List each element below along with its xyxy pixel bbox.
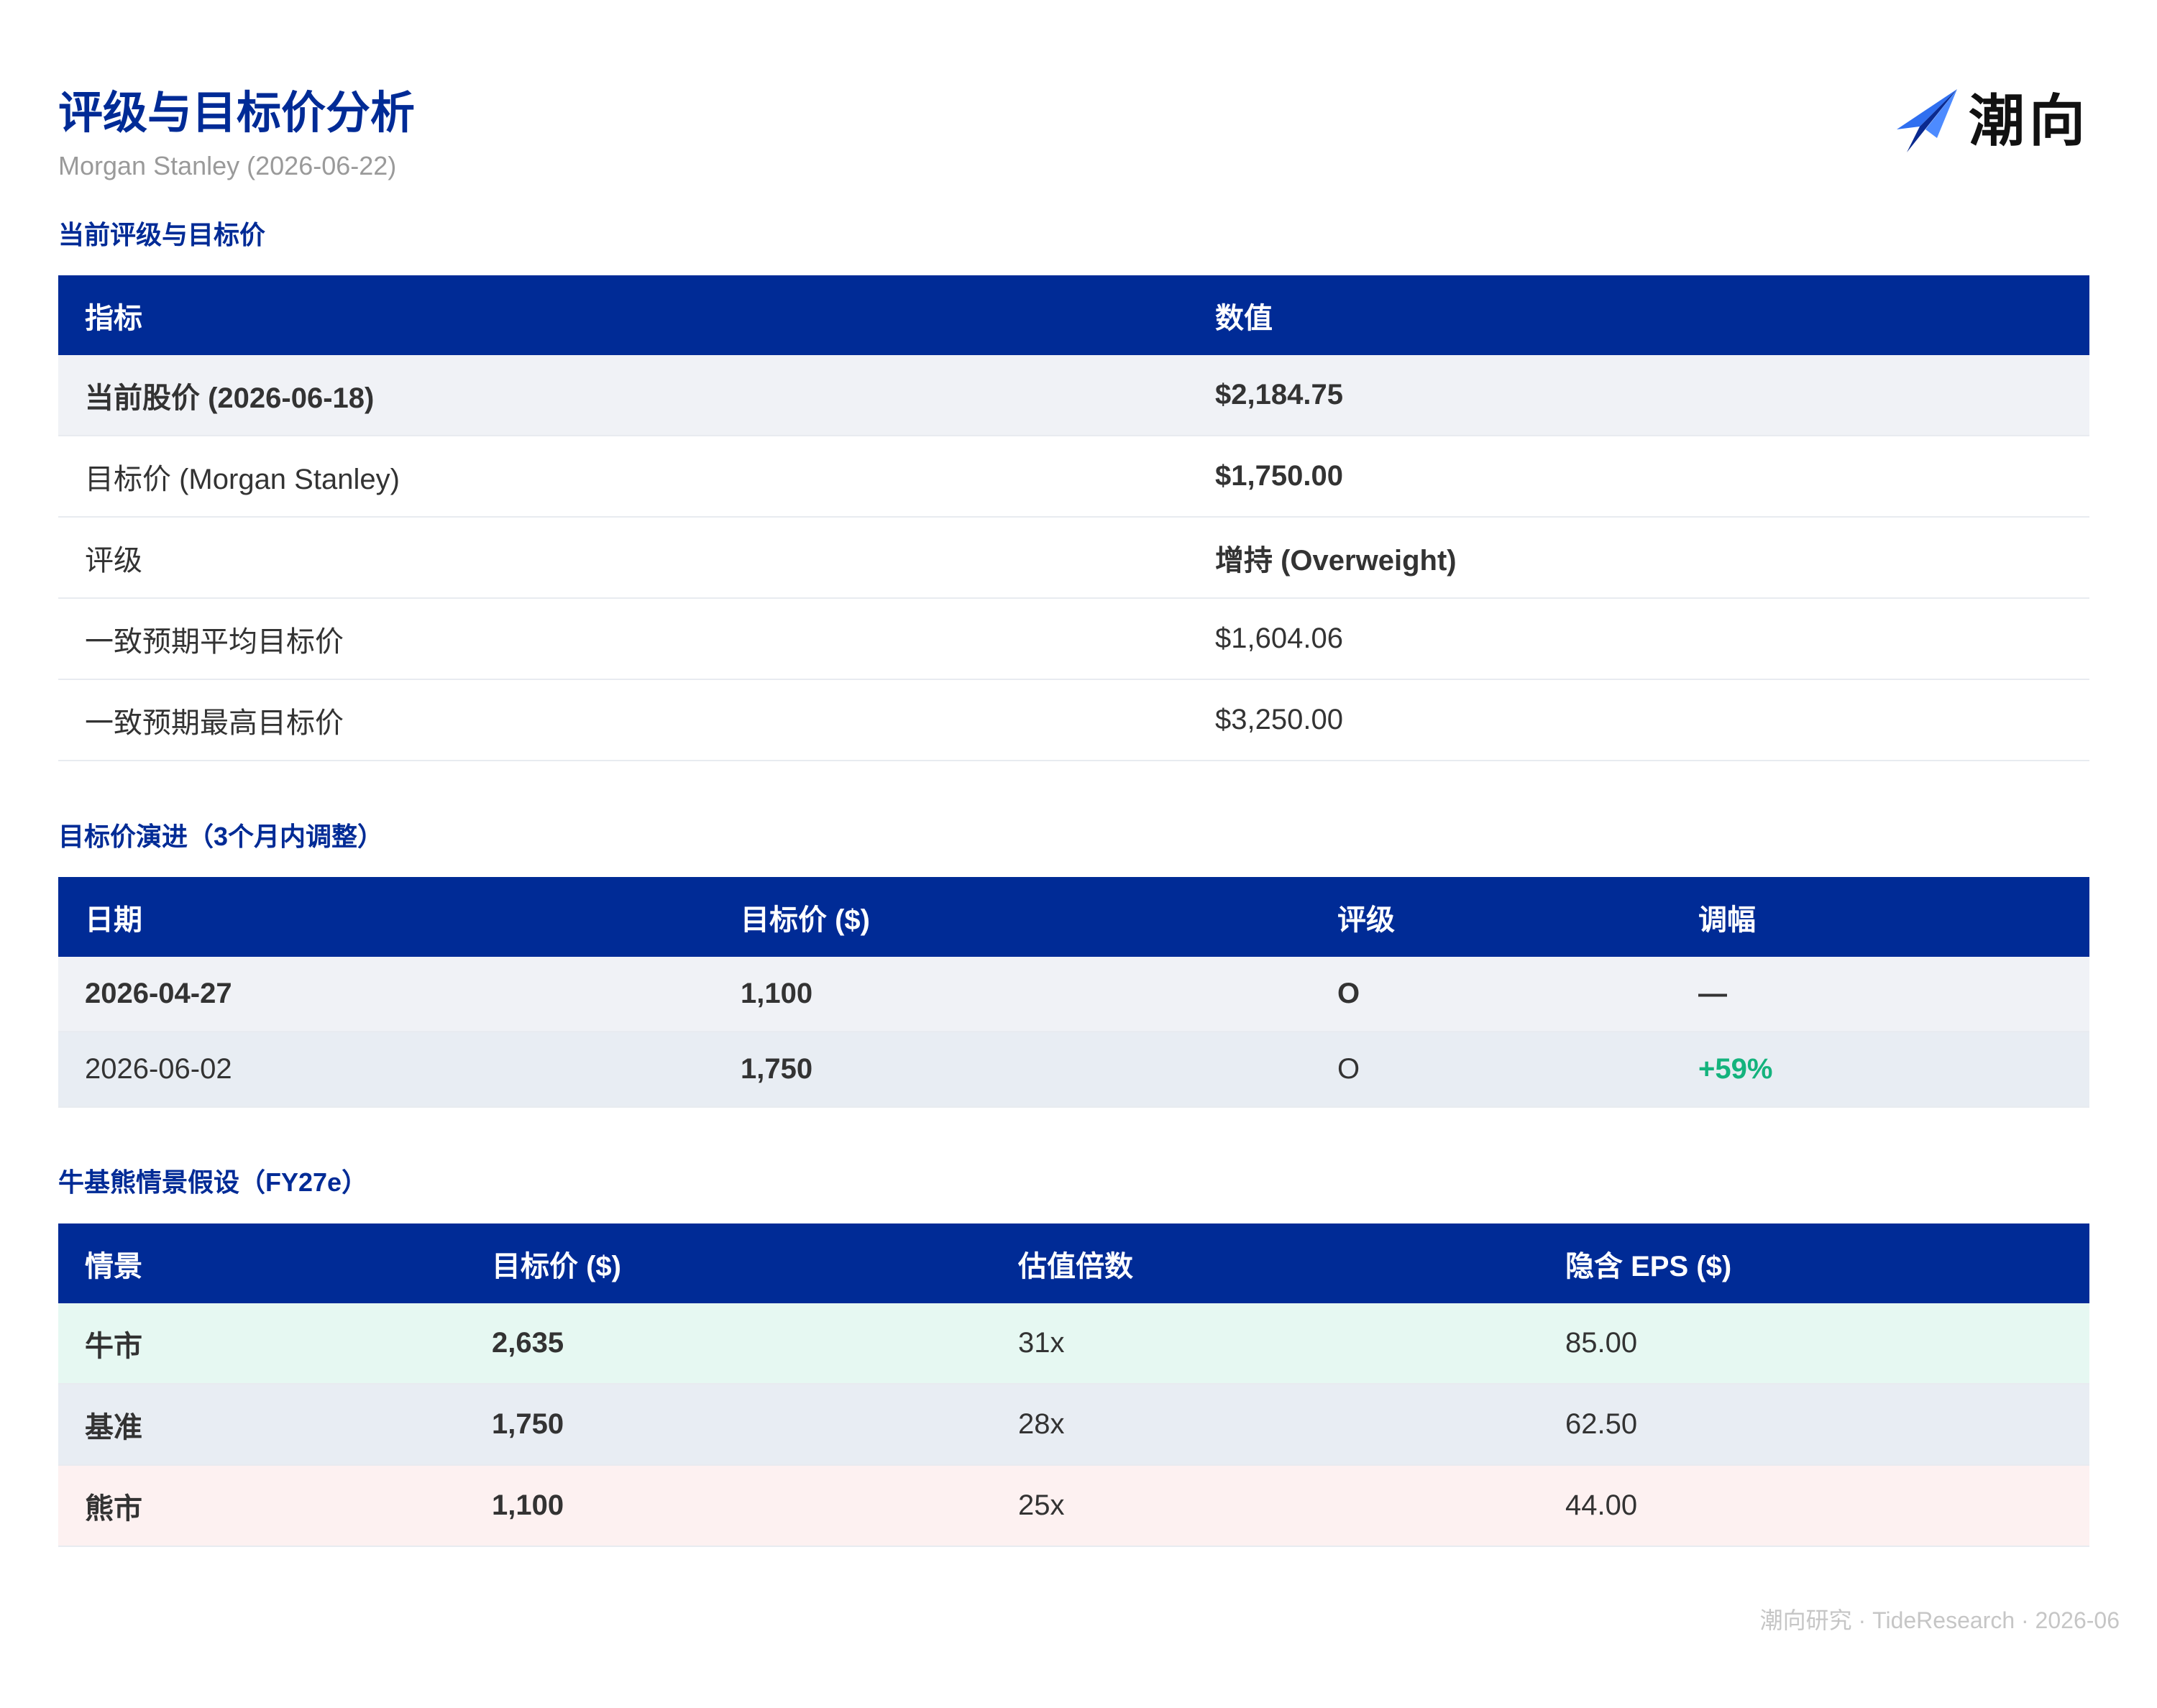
table-header-row: 指标 数值 — [58, 275, 2089, 355]
table-header-row: 日期 目标价 ($) 评级 调幅 — [58, 877, 2089, 957]
column-header-rating: 评级 — [1337, 904, 1395, 936]
table-row-bull: 牛市 2,635 31x 85.00 — [58, 1303, 2089, 1385]
target-cell: 1,750 — [714, 1032, 1311, 1108]
target-cell: 2,635 — [465, 1303, 992, 1385]
scenario-cell: 基准 — [58, 1384, 465, 1466]
table-header-row: 情景 目标价 ($) 估值倍数 隐含 EPS ($) — [58, 1223, 2089, 1303]
section-title-current: 当前评级与目标价 — [58, 220, 266, 249]
multiple-cell: 31x — [992, 1303, 1539, 1385]
scenario-cell: 牛市 — [58, 1303, 465, 1385]
column-header-target: 目标价 ($) — [741, 904, 870, 936]
table-row-bear: 熊市 1,100 25x 44.00 — [58, 1465, 2089, 1547]
table-row: 当前股价 (2026-06-18) $2,184.75 — [58, 355, 2089, 436]
table-row: 一致预期最高目标价 $3,250.00 — [58, 679, 2089, 761]
column-header-scenario: 情景 — [85, 1250, 142, 1282]
section-title-scenarios: 牛基熊情景假设（FY27e） — [58, 1167, 368, 1197]
table-row-base: 基准 1,750 28x 62.50 — [58, 1384, 2089, 1466]
metric-label: 当前股价 (2026-06-18) — [58, 355, 1189, 436]
table-row: 2026-04-27 1,100 O — — [58, 957, 2089, 1032]
change-cell: +59% — [1672, 1032, 2089, 1108]
current-rating-table: 指标 数值 当前股价 (2026-06-18) $2,184.75 目标价 (M… — [58, 275, 2089, 761]
scenario-cell: 熊市 — [58, 1465, 465, 1547]
table-row: 评级 增持 (Overweight) — [58, 517, 2089, 599]
metric-value: $1,750.00 — [1189, 436, 2089, 518]
page-subtitle: Morgan Stanley (2026-06-22) — [58, 151, 397, 180]
target-evolution-table: 日期 目标价 ($) 评级 调幅 2026-04-27 1,100 O — 20… — [58, 877, 2089, 1108]
metric-label: 目标价 (Morgan Stanley) — [58, 436, 1189, 518]
metric-value: $1,604.06 — [1189, 598, 2089, 680]
metric-value: $3,250.00 — [1189, 679, 2089, 761]
target-cell: 1,750 — [465, 1384, 992, 1466]
eps-cell: 44.00 — [1539, 1465, 2089, 1547]
column-header-target: 目标价 ($) — [492, 1250, 621, 1282]
column-header-eps: 隐含 EPS ($) — [1565, 1250, 1732, 1282]
table-row: 一致预期平均目标价 $1,604.06 — [58, 598, 2089, 680]
page-title: 评级与目标价分析 — [58, 88, 416, 138]
target-cell: 1,100 — [465, 1465, 992, 1547]
table-row: 目标价 (Morgan Stanley) $1,750.00 — [58, 436, 2089, 518]
paper-plane-arrow-icon — [1897, 89, 1957, 152]
metric-label: 一致预期最高目标价 — [58, 679, 1189, 761]
column-header-multiple: 估值倍数 — [1018, 1250, 1133, 1282]
multiple-cell: 25x — [992, 1465, 1539, 1547]
metric-value: 增持 (Overweight) — [1189, 517, 2089, 599]
change-cell: — — [1672, 957, 2089, 1032]
column-header-value: 数值 — [1215, 302, 1273, 334]
section-title-evolution: 目标价演进（3个月内调整） — [58, 822, 384, 851]
date-cell: 2026-04-27 — [58, 957, 714, 1032]
metric-value: $2,184.75 — [1189, 355, 2089, 436]
eps-cell: 85.00 — [1539, 1303, 2089, 1385]
column-header-date: 日期 — [85, 904, 142, 936]
rating-cell: O — [1311, 1032, 1672, 1108]
report-page: 评级与目标价分析 Morgan Stanley (2026-06-22) 潮向 … — [0, 0, 2157, 1708]
rating-cell: O — [1311, 957, 1672, 1032]
eps-cell: 62.50 — [1539, 1384, 2089, 1466]
page-footer: 潮向研究 · TideResearch · 2026-06 — [1759, 1607, 2120, 1633]
target-cell: 1,100 — [714, 957, 1311, 1032]
multiple-cell: 28x — [992, 1384, 1539, 1466]
brand-name: 潮向 — [1969, 89, 2090, 152]
table-row: 2026-06-02 1,750 O +59% — [58, 1032, 2089, 1108]
column-header-change: 调幅 — [1698, 904, 1756, 936]
brand-logo: 潮向 — [1892, 85, 2089, 157]
column-header-metric: 指标 — [85, 302, 142, 334]
scenario-table: 情景 目标价 ($) 估值倍数 隐含 EPS ($) 牛市 2,635 31x … — [58, 1223, 2089, 1547]
metric-label: 评级 — [58, 517, 1189, 599]
metric-label: 一致预期平均目标价 — [58, 598, 1189, 680]
date-cell: 2026-06-02 — [58, 1032, 714, 1108]
